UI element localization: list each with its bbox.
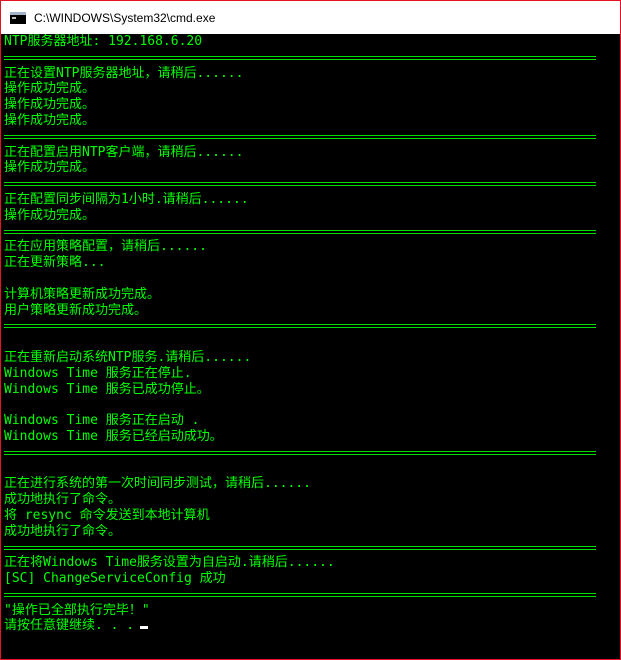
console-line: 操作成功完成。 — [4, 160, 96, 176]
console-line: 操作成功完成。 — [4, 97, 96, 113]
separator-line — [4, 540, 598, 556]
console-line: Windows Time 服务正在启动 . — [4, 413, 200, 429]
console-line: Windows Time 服务正在停止. — [4, 365, 192, 381]
console-line: Windows Time 服务已经启动成功。 — [4, 428, 223, 444]
title-bar[interactable]: C:\WINDOWS\System32\cmd.exe — [1, 1, 620, 34]
console-line: 操作成功完成。 — [4, 81, 96, 97]
console-line: Windows Time 服务已成功停止。 — [4, 381, 210, 397]
separator-line — [4, 587, 598, 603]
cmd-window: C:\WINDOWS\System32\cmd.exe NTP服务器地址: 19… — [0, 0, 621, 660]
console-line: 正在设置NTP服务器地址，请稍后...... — [4, 65, 244, 81]
console-line: 正在将Windows Time服务设置为自启动.请稍后...... — [4, 555, 335, 571]
separator-line — [4, 176, 598, 192]
console-line: NTP服务器地址: 192.168.6.20 — [4, 34, 203, 49]
window-title: C:\WINDOWS\System32\cmd.exe — [34, 10, 216, 25]
separator-line — [4, 445, 598, 461]
separator-line — [4, 50, 598, 66]
console-line: 计算机策略更新成功完成。 — [4, 286, 161, 302]
console-line: 正在更新策略... — [4, 255, 106, 271]
console-line: 正在应用策略配置，请稍后...... — [4, 239, 207, 255]
console-line: 正在配置启用NTP客户端，请稍后...... — [4, 144, 244, 160]
console-line: 正在重新启动系统NTP服务.请稍后...... — [4, 349, 252, 365]
console-line: 用户策略更新成功完成。 — [4, 302, 148, 318]
separator-line — [4, 224, 598, 240]
console-line: 操作成功完成。 — [4, 112, 96, 128]
separator-line — [4, 318, 598, 334]
console-output[interactable]: NTP服务器地址: 192.168.6.20 正在设置NTP服务器地址，请稍后..… — [4, 34, 598, 658]
console-line: 正在配置同步间隔为1小时.请稍后...... — [4, 191, 249, 207]
cmd-icon — [10, 11, 26, 24]
console-line: 正在进行系统的第一次时间同步测试，请稍后...... — [4, 476, 311, 492]
console-line: [SC] ChangeServiceConfig 成功 — [4, 571, 226, 587]
scrollbar[interactable] — [598, 34, 620, 659]
console-line: "操作已全部执行完毕！" — [4, 602, 150, 618]
text-cursor — [140, 626, 149, 630]
separator-line — [4, 129, 598, 145]
console-line: 成功地执行了命令。 — [4, 523, 122, 539]
console-line: 成功地执行了命令。 — [4, 492, 122, 508]
console-line: 将 resync 命令发送到本地计算机 — [4, 507, 210, 523]
console-line: 操作成功完成。 — [4, 207, 96, 223]
console-line: 请按任意键继续. . . — [4, 618, 598, 634]
